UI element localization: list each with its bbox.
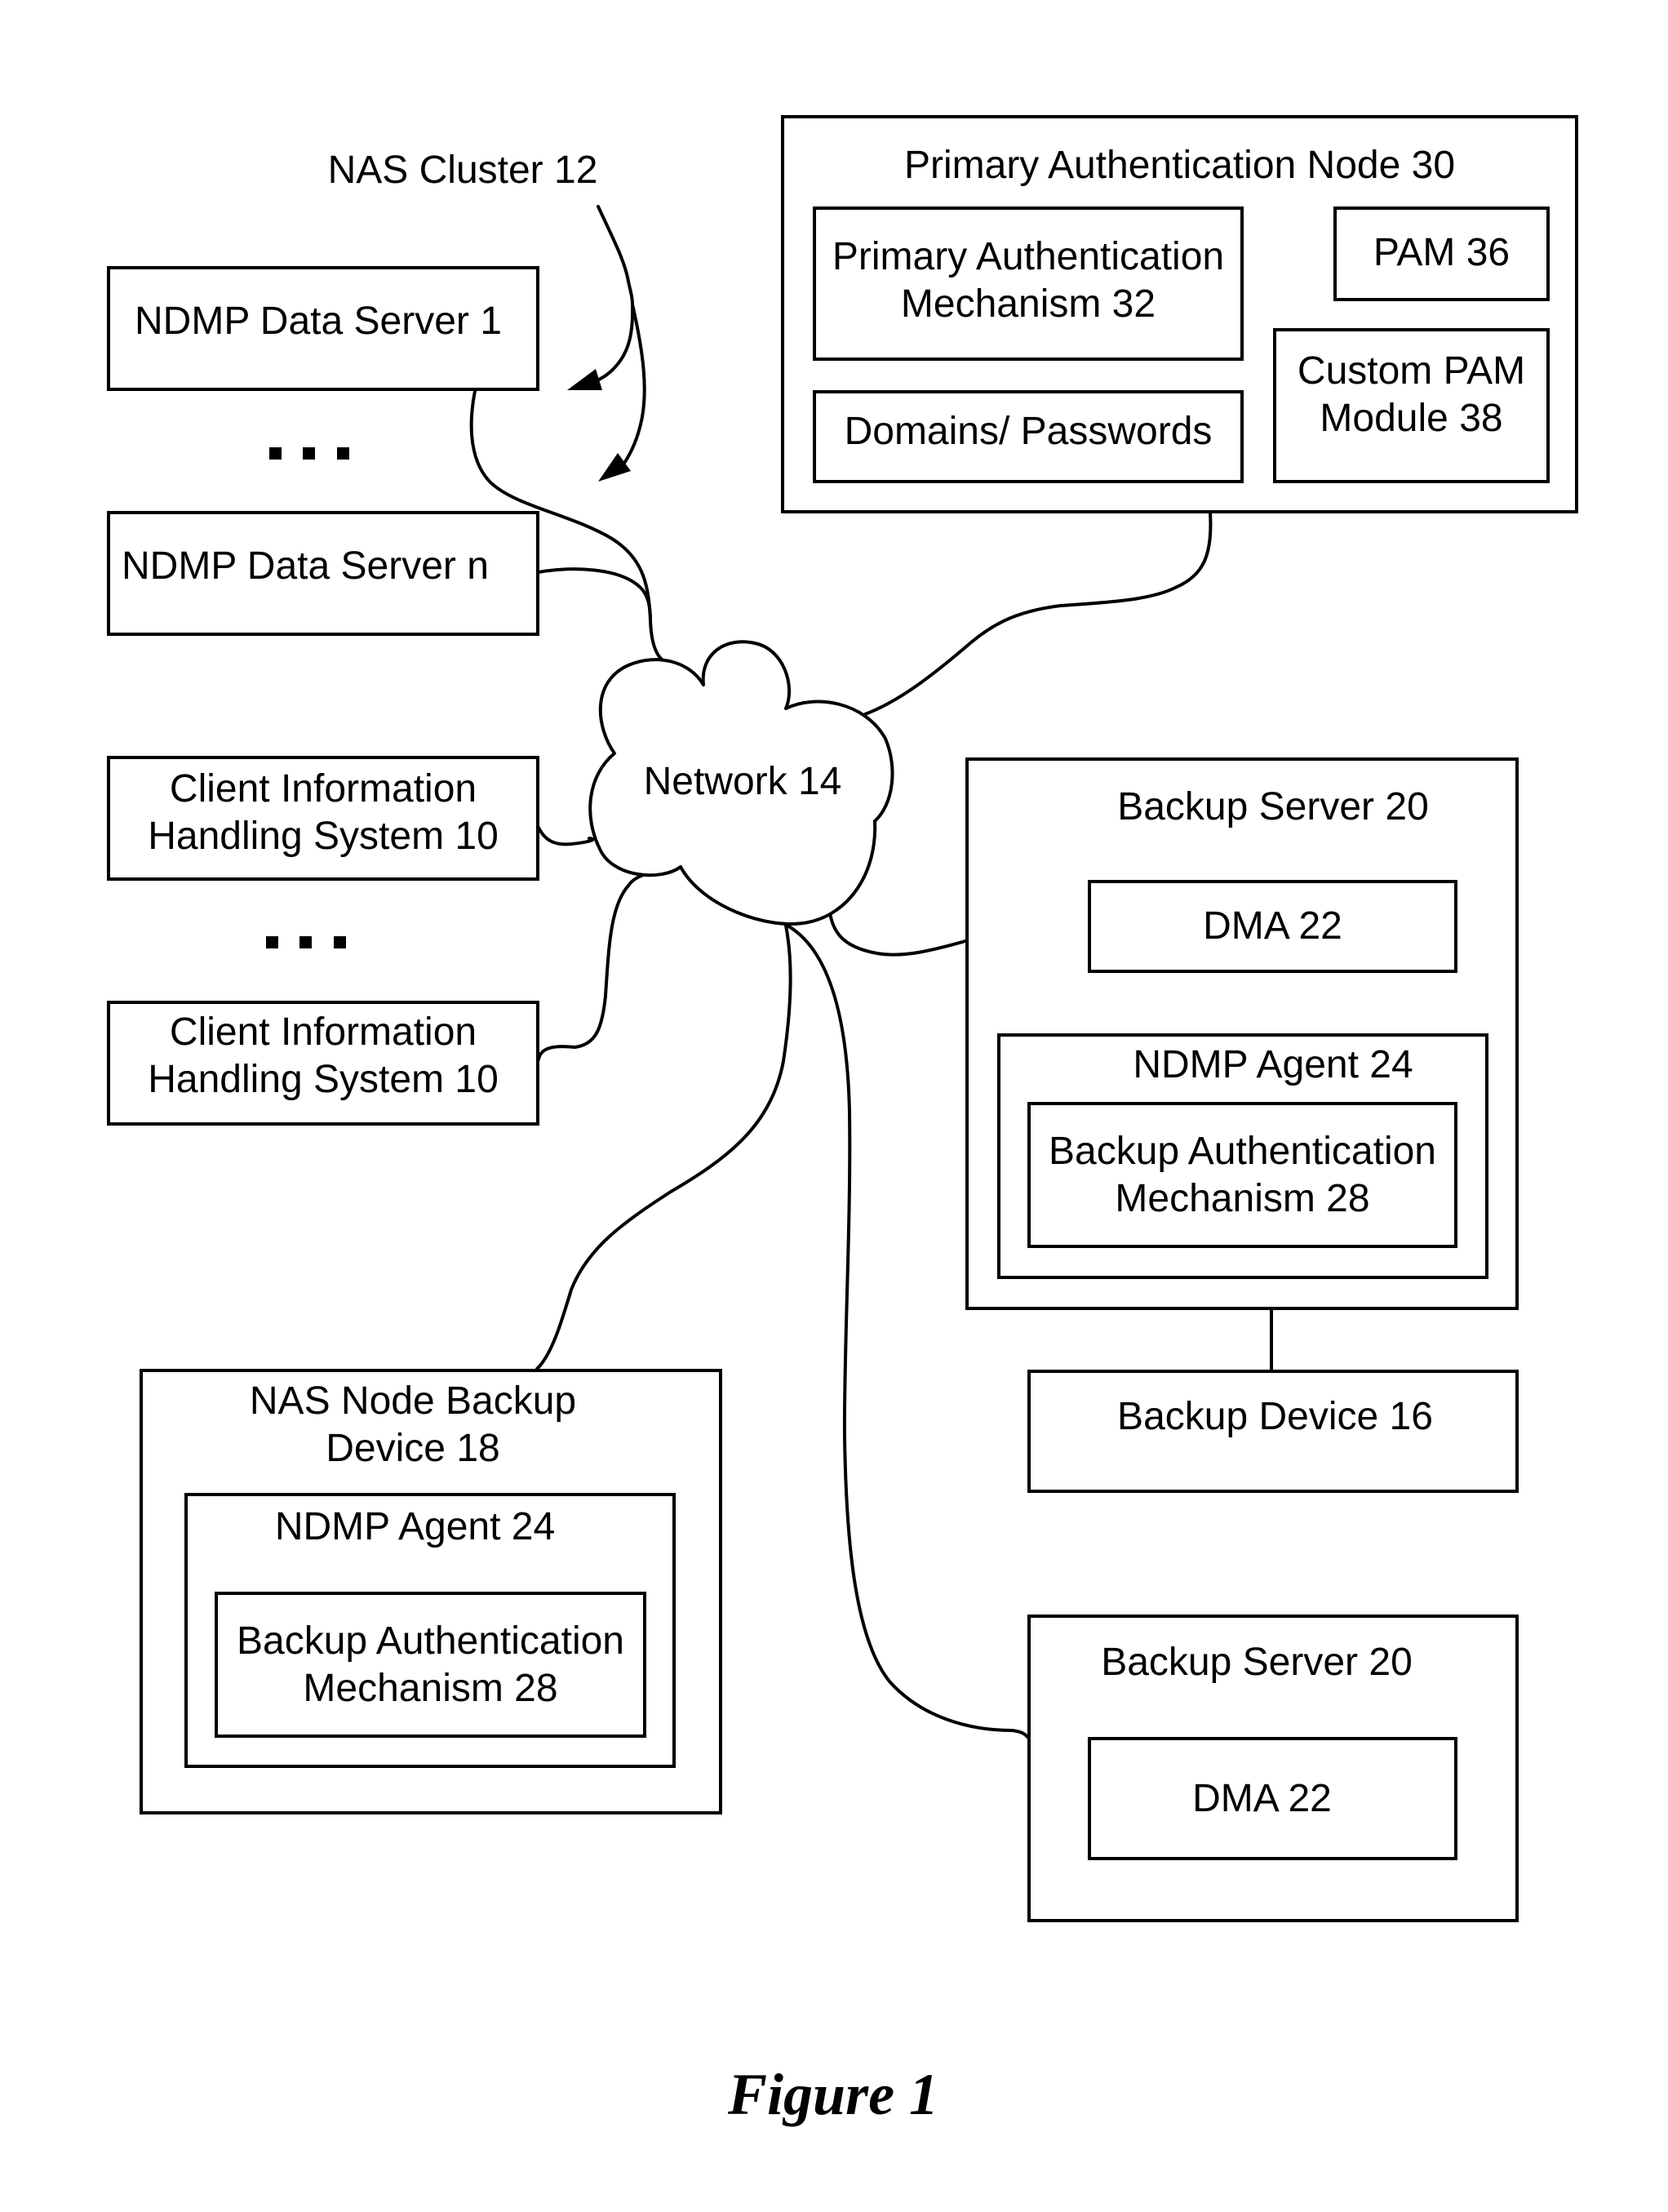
pam32-label-line1: Primary Authentication [832,235,1225,278]
ellipsis-dot [337,447,349,460]
client-2-label-line1: Client Information [169,1011,477,1054]
ndmp-agent-top-title: NDMP Agent 24 [1133,1043,1413,1086]
primary-auth-node-title: Primary Authentication Node 30 [903,144,1456,187]
ellipsis-dot [334,936,346,948]
backup-server-bottom-title: Backup Server 20 [1101,1641,1413,1684]
nas-node-label-line2: Device 18 [326,1427,500,1470]
link-client2-network [537,874,643,1061]
custom-pam-label-line1: Custom PAM [1297,349,1526,393]
nas-cluster-arrow-1 [596,303,635,382]
ellipsis-dot [299,936,312,948]
ellipsis-dot [269,447,282,460]
dma-22-bottom-label: DMA 22 [1192,1777,1332,1820]
custom-pam-label-line2: Module 38 [1320,397,1503,440]
ellipsis-dot [303,447,315,460]
client-1-label-line1: Client Information [169,767,477,811]
ndmp-data-server-n-label: NDMP Data Server n [122,544,489,588]
ndmp-data-server-1-label: NDMP Data Server 1 [135,300,502,343]
link-primary-node-network [863,511,1213,716]
domains-passwords-label: Domains/ Passwords [844,410,1213,453]
bam-top-label-line2: Mechanism 28 [1115,1177,1370,1220]
link-backup-server-top-network [827,907,967,957]
client-1-label-line2: Handling System 10 [148,815,499,858]
link-servern-network [537,567,652,622]
backup-device-label: Backup Device 16 [1117,1395,1433,1438]
network-label: Network 14 [643,760,842,803]
nas-cluster-label: NAS Cluster 12 [327,149,598,192]
link-nas-node-network [535,924,792,1370]
bam-nas-label-line1: Backup Authentication [236,1619,624,1663]
arrowhead-1 [567,369,602,390]
pam32-label-line2: Mechanism 32 [900,282,1156,326]
client-2-label-line2: Handling System 10 [148,1058,499,1101]
backup-server-top-title: Backup Server 20 [1117,785,1429,828]
ellipsis-dot [266,936,278,948]
nas-node-label-line1: NAS Node Backup [249,1379,577,1423]
ndmp-agent-nas-title: NDMP Agent 24 [274,1505,556,1548]
pam36-label: PAM 36 [1373,231,1511,274]
bam-top-label-line1: Backup Authentication [1048,1130,1436,1173]
dma-22-top-label: DMA 22 [1203,904,1342,948]
nas-cluster-arrow-stem [597,205,634,306]
figure-caption: Figure 1 [728,2062,939,2127]
link-client1-network [537,826,595,846]
bam-nas-label-line2: Mechanism 28 [303,1667,558,1710]
